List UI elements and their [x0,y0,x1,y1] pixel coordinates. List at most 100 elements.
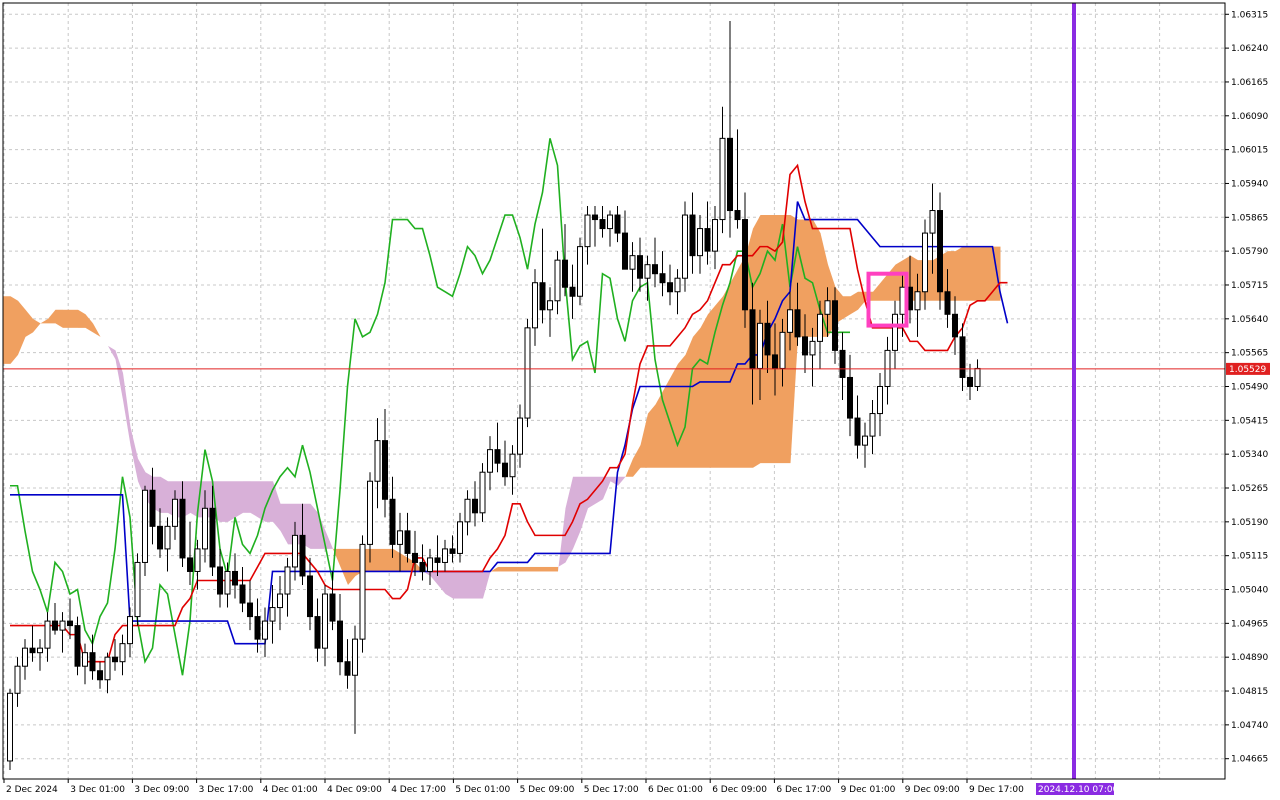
candle-body-bull [367,480,373,545]
candle-body-bear [944,291,951,315]
candle-body-bull [352,638,358,676]
y-tick-label: 1.05040 [1231,586,1268,596]
cloud-segment-bearish [453,571,461,599]
candle-body-bear [434,557,441,563]
candle-body-bear [472,498,478,514]
candle-body-bull [779,331,786,369]
cloud-segment-bearish [475,571,483,599]
candle-body-bull [479,471,486,514]
candle-body-bull [374,440,381,482]
candle-body-bull [824,300,831,315]
cloud-segment-bullish [528,566,536,572]
candle-body-bear [157,525,163,550]
candle-body-bear [419,561,426,572]
x-tick-label: 5 Dec 09:00 [520,785,575,795]
y-tick-label: 1.06090 [1231,112,1268,122]
cloud-segment-bullish [3,296,11,364]
candle-body-bull [22,647,28,667]
candle-body-bull [607,214,613,230]
candle-body-bull [284,566,291,595]
cloud-segment-bullish [543,566,551,572]
y-tick-label: 1.05340 [1231,450,1268,460]
candle-body-bear [254,616,261,640]
candle-body-bear [854,417,861,446]
candle-body-bull [862,435,868,446]
candle-body-bear [652,264,658,275]
cloud-segment-bearish [445,571,453,599]
candle-body-bear [329,593,336,622]
candle-body-bull [532,282,538,329]
y-tick-label: 1.04740 [1231,721,1268,731]
candle-body-bear [689,214,696,257]
y-tick-label: 1.05565 [1231,349,1268,359]
y-tick-label: 1.05715 [1231,281,1268,291]
candle-body-bull [464,498,471,523]
candle-body-bear [502,462,508,478]
cloud-segment-bearish [250,481,258,518]
cloud-segment-bearish [243,481,251,513]
candle-body-bear [314,616,321,649]
cloud-segment-bullish [685,336,693,468]
candle-body-bear [112,656,118,663]
candle-body-bull [584,214,591,248]
y-tick-label: 1.05490 [1231,382,1268,392]
candle-body-bear [937,210,943,293]
candle-body-bear [727,137,733,212]
candle-body-bull [37,647,43,654]
candle-body-bull [577,246,583,297]
candle-body-bear [382,440,388,500]
cloud-segment-bullish [978,246,986,301]
cloud-segment-bearish [228,481,236,522]
y-tick-label: 1.05940 [1231,179,1268,189]
x-tick-label: 5 Dec 17:00 [584,785,639,795]
candle-body-bull [194,548,201,572]
candle-body-bull [442,548,448,563]
cloud-segment-bearish [265,481,273,522]
candle-body-bear [734,210,741,221]
y-tick-label: 1.05640 [1231,315,1268,325]
candle-body-bear [299,534,306,577]
candle-body-bull [524,327,531,419]
candle-body-bull [869,413,876,437]
candle-body-bull [224,570,231,595]
y-tick-label: 1.04665 [1231,755,1268,765]
candle-body-bull [914,291,921,311]
candle-body-bear [239,584,246,604]
candle-body-bear [539,282,546,311]
x-tick-label: 2 Dec 2024 [6,785,58,795]
x-tick-label: 6 Dec 01:00 [648,785,703,795]
cloud-segment-bearish [160,476,168,513]
candle-body-bear [847,376,853,419]
candle-body-bear [622,232,628,270]
x-tick-label: 3 Dec 17:00 [199,785,254,795]
y-tick-label: 1.06240 [1231,44,1268,54]
candle-body-bear [599,219,606,230]
candle-body-bull [697,228,703,257]
candle-body-bear [29,647,36,654]
x-tick-label: 9 Dec 17:00 [969,785,1024,795]
candle-body-bull [164,525,171,550]
x-tick-label: 4 Dec 17:00 [391,785,446,795]
candle-body-bull [59,620,66,631]
x-tick-label: 6 Dec 17:00 [776,785,831,795]
candle-body-bear [494,449,501,464]
cloud-segment-bullish [708,305,716,468]
candle-body-bull [104,656,111,681]
y-tick-label: 1.05865 [1231,213,1268,223]
y-tick-label: 1.04890 [1231,653,1268,663]
candle-body-bull [517,417,523,455]
candle-body-bear [217,566,223,595]
candle-body-bull [127,616,133,645]
x-tick-label: 4 Dec 09:00 [327,785,382,795]
candle-body-bull [509,453,516,478]
cloud-segment-bullish [693,327,701,468]
candle-body-bull [14,665,21,694]
candle-body-bear [749,309,756,369]
cloud-segment-bullish [648,404,656,468]
candle-body-bull [359,543,366,640]
x-tick-label: 6 Dec 09:00 [712,785,767,795]
cloud-segment-bullish [700,314,708,468]
candle-body-bear [187,557,193,572]
candle-body-bull [457,521,463,554]
cloud-segment-bullish [498,566,506,572]
